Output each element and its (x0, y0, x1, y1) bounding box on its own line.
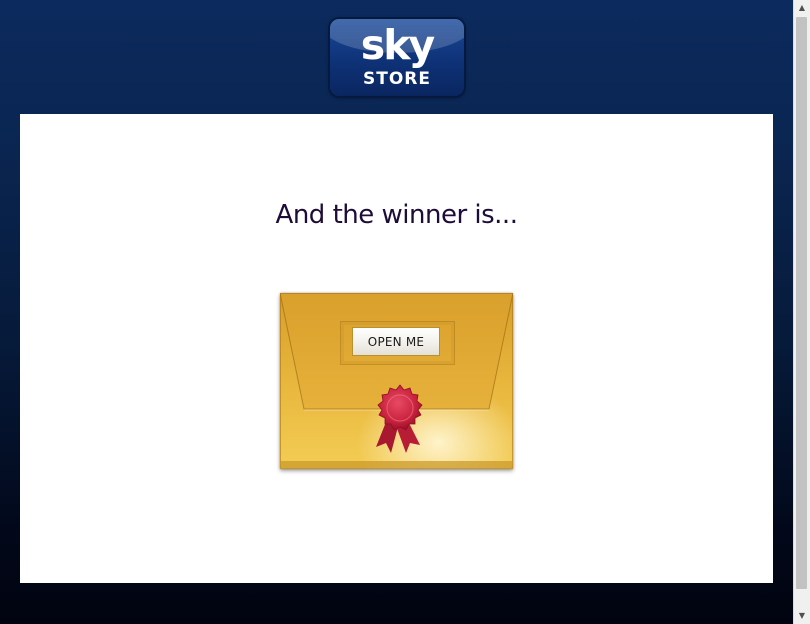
vertical-scrollbar[interactable]: ▲ ▼ (793, 0, 810, 624)
content-panel: And the winner is... OPEN ME (20, 114, 773, 583)
envelope[interactable]: OPEN ME (280, 293, 513, 469)
open-me-button[interactable]: OPEN ME (352, 327, 440, 356)
sky-store-logo[interactable]: sky STORE (330, 19, 464, 96)
page-headline: And the winner is... (275, 200, 518, 230)
scroll-thumb[interactable] (796, 17, 807, 589)
logo-store-text: STORE (363, 69, 431, 89)
scroll-down-icon[interactable]: ▼ (794, 608, 810, 624)
scroll-up-icon[interactable]: ▲ (794, 0, 810, 16)
logo-sky-text: sky (360, 21, 435, 69)
envelope-graphic (280, 293, 513, 469)
